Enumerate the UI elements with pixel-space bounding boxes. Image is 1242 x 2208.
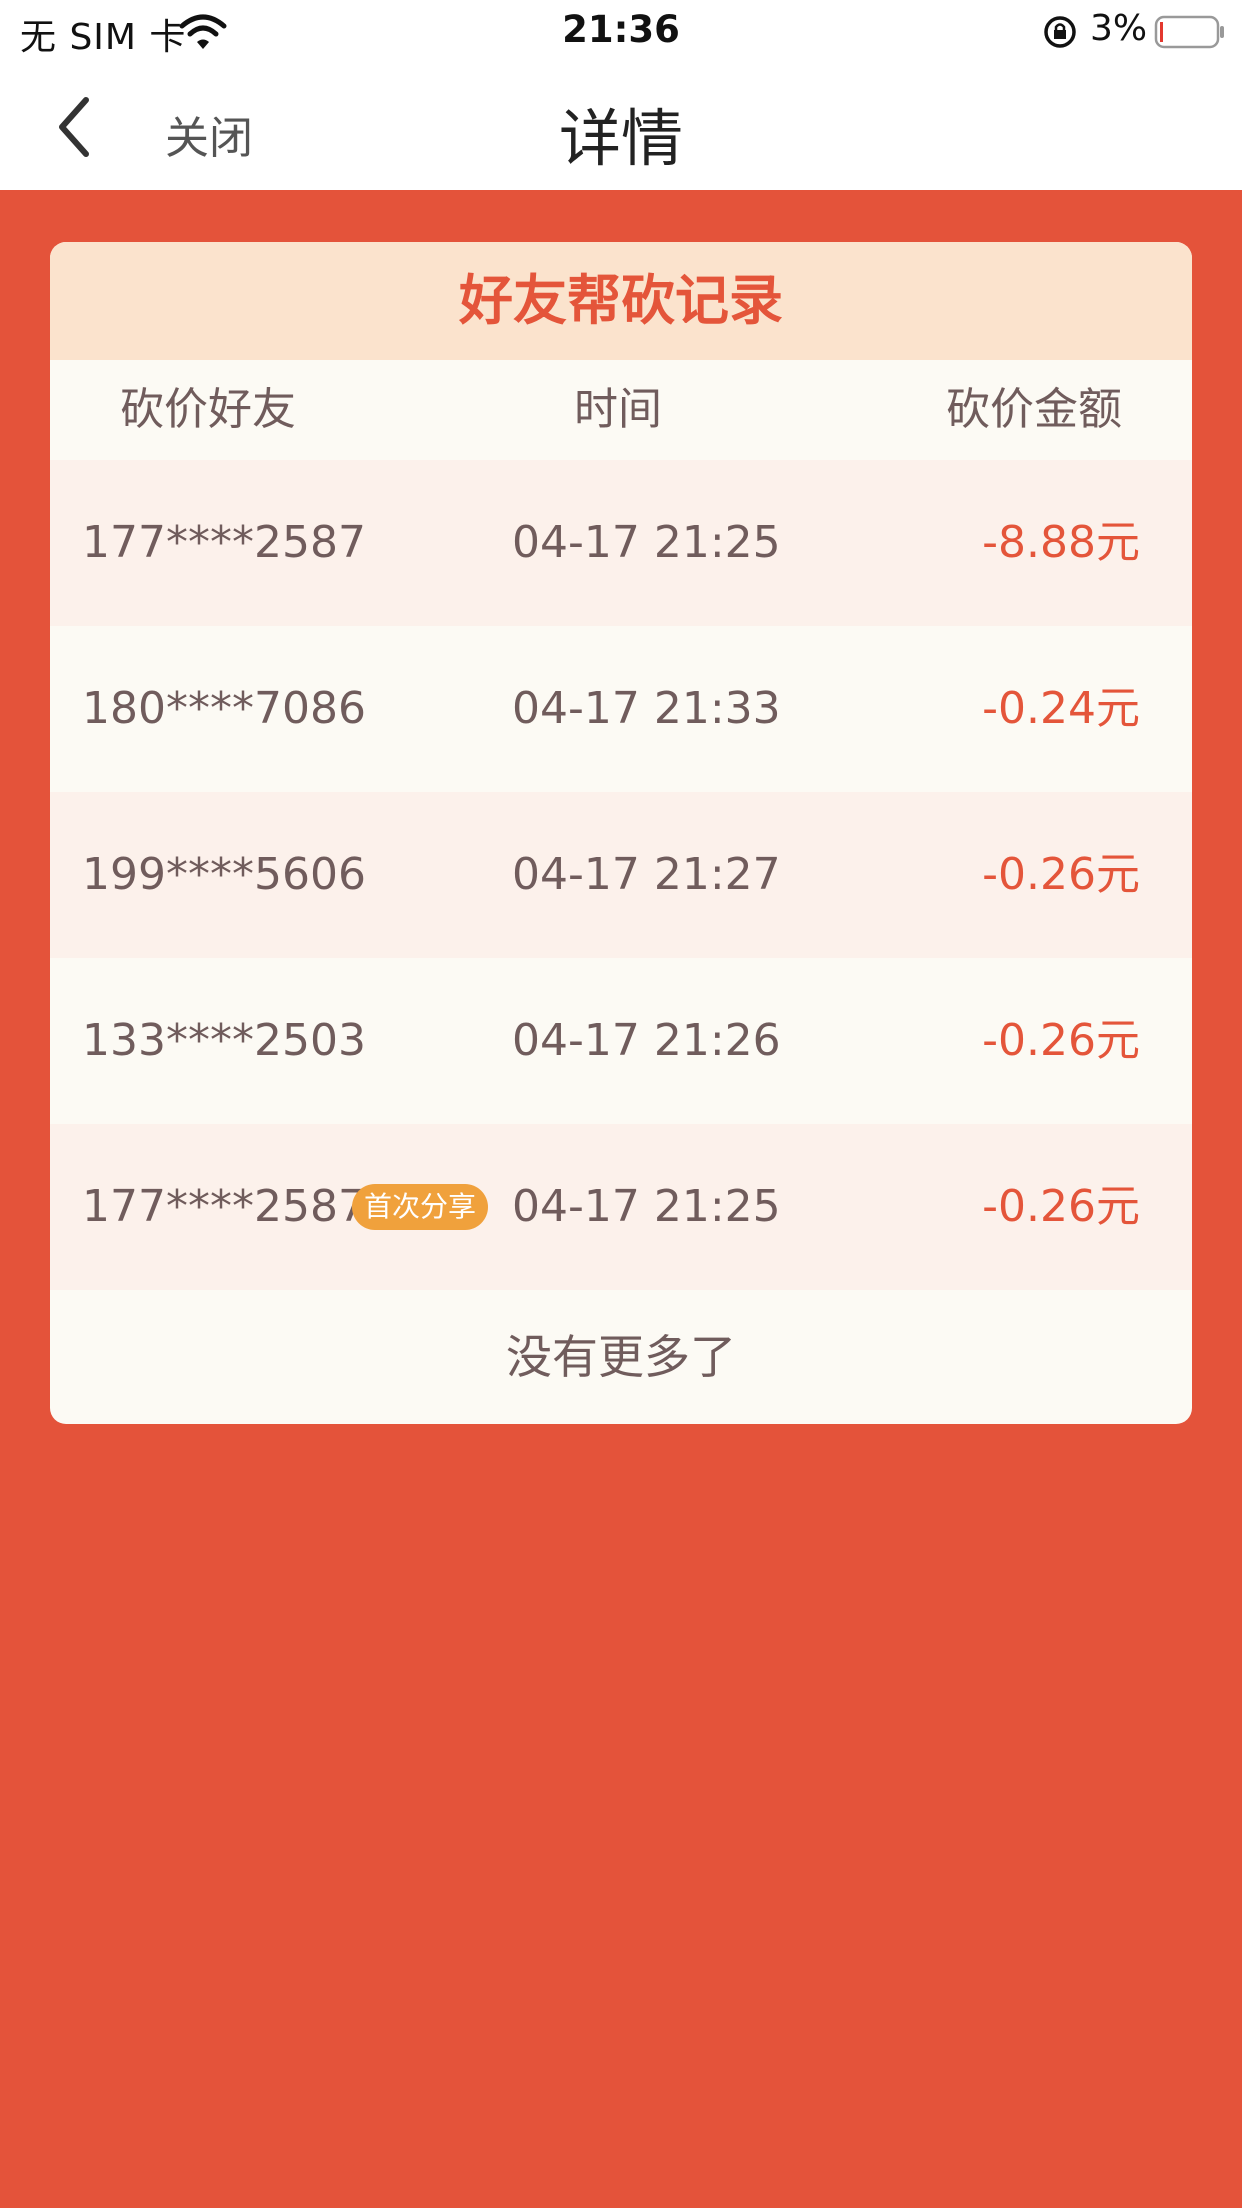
table-row: 177****2587 首次分享 04-17 21:25 -0.26元 [50, 1124, 1192, 1290]
friend-phone: 177****2587 [82, 517, 366, 568]
friend-phone: 177****2587 [82, 1181, 366, 1232]
bargain-amount: -0.26元 [982, 1181, 1140, 1232]
column-header-time: 时间 [574, 384, 662, 435]
friend-phone: 199****5606 [82, 849, 366, 900]
no-more-label: 没有更多了 [506, 1330, 736, 1384]
bargain-time: 04-17 21:25 [512, 517, 781, 568]
nav-bar: 关闭 详情 [0, 64, 1242, 190]
top-bar: 无 SIM 卡 21:36 3% 关闭 详情 [0, 0, 1242, 190]
bargain-time: 04-17 21:27 [512, 849, 781, 900]
bargain-time: 04-17 21:26 [512, 1015, 781, 1066]
bargain-amount: -0.26元 [982, 1015, 1140, 1066]
card-title: 好友帮砍记录 [50, 242, 1192, 360]
friend-phone: 180****7086 [82, 683, 366, 734]
bargain-time: 04-17 21:25 [512, 1181, 781, 1232]
table-row: 199****5606 04-17 21:27 -0.26元 [50, 792, 1192, 958]
table-row: 177****2587 04-17 21:25 -8.88元 [50, 460, 1192, 626]
orientation-lock-icon [1044, 16, 1076, 48]
column-header-friend: 砍价好友 [120, 384, 296, 435]
status-bar: 无 SIM 卡 21:36 3% [0, 0, 1242, 64]
first-share-badge: 首次分享 [352, 1184, 489, 1230]
bargain-amount: -0.24元 [982, 683, 1140, 734]
bargain-time: 04-17 21:33 [512, 683, 781, 734]
column-header-amount: 砍价金额 [946, 384, 1122, 435]
bargain-amount: -8.88元 [982, 517, 1140, 568]
table-row: 133****2503 04-17 21:26 -0.26元 [50, 958, 1192, 1124]
bargain-amount: -0.26元 [982, 849, 1140, 900]
friend-phone: 133****2503 [82, 1015, 366, 1066]
battery-icon [1154, 15, 1224, 49]
bargain-records-card: 好友帮砍记录 砍价好友 时间 砍价金额 177****2587 04-17 21… [50, 242, 1192, 1424]
table-header: 砍价好友 时间 砍价金额 [50, 360, 1192, 460]
table-row: 180****7086 04-17 21:33 -0.24元 [50, 626, 1192, 792]
page-title: 详情 [558, 102, 683, 175]
battery-percent: 3% [1090, 8, 1148, 49]
